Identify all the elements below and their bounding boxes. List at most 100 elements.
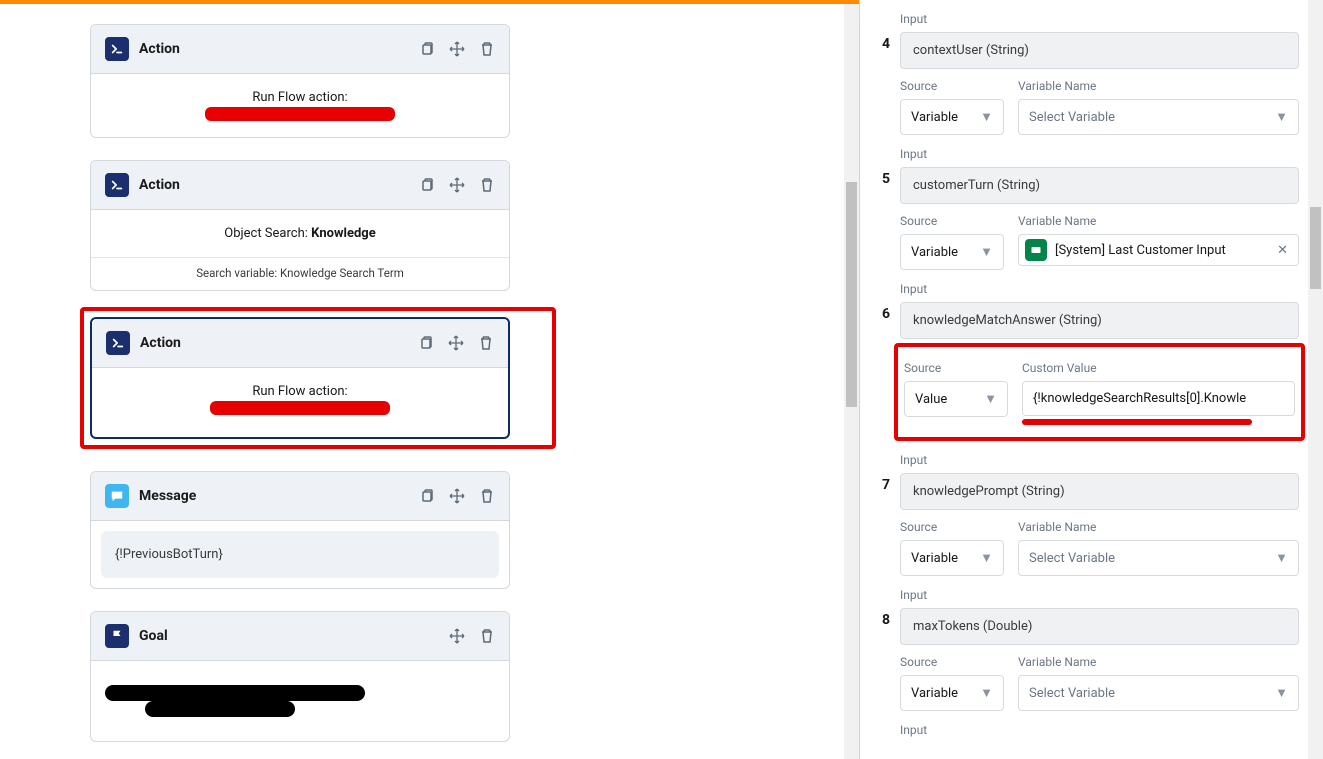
source-label: Source [900, 655, 1004, 669]
variable-select[interactable]: Select Variable ▼ [1018, 99, 1299, 135]
properties-pane: 4 Input contextUser (String) Source Vari… [859, 0, 1323, 759]
source-value: Variable [911, 245, 958, 260]
chevron-down-icon: ▼ [980, 550, 993, 566]
card-title: Goal [139, 628, 449, 644]
card-goal[interactable]: Goal [90, 611, 510, 742]
chevron-down-icon: ▼ [984, 391, 997, 407]
input-name-field: customerTurn (String) [900, 167, 1299, 204]
custom-value-input[interactable]: {!knowledgeSearchResults[0].Knowle [1022, 381, 1295, 416]
delete-icon[interactable] [479, 41, 495, 57]
card-body: Run Flow action: [92, 368, 508, 437]
input-label: Input [900, 453, 1299, 467]
input-row-6: 6 Input knowledgeMatchAnswer (String) So… [874, 274, 1299, 441]
variable-value: [System] Last Customer Input [1055, 243, 1265, 258]
source-select[interactable]: Variable ▼ [900, 234, 1004, 270]
body-prefix: Object Search: [224, 226, 311, 241]
variable-placeholder: Select Variable [1029, 551, 1115, 566]
move-icon[interactable] [449, 177, 465, 193]
chevron-down-icon: ▼ [1275, 109, 1288, 125]
form: 4 Input contextUser (String) Source Vari… [860, 4, 1323, 747]
card-action-1[interactable]: Action Run Flow action: [90, 24, 510, 138]
input-name-field: contextUser (String) [900, 32, 1299, 69]
variable-select[interactable]: [System] Last Customer Input ✕ [1018, 234, 1299, 266]
chevron-down-icon: ▼ [980, 109, 993, 125]
card-title: Action [139, 177, 419, 193]
chat-icon [105, 484, 129, 508]
source-select[interactable]: Variable ▼ [900, 99, 1004, 135]
redaction [105, 679, 495, 719]
left-scrollbar[interactable] [844, 4, 859, 759]
move-icon[interactable] [449, 41, 465, 57]
source-value: Variable [911, 551, 958, 566]
row-number: 4 [874, 4, 900, 52]
redaction [205, 107, 395, 121]
move-icon[interactable] [449, 628, 465, 644]
card-tools [449, 628, 495, 644]
chevron-down-icon: ▼ [980, 244, 993, 260]
card-header[interactable]: Action [91, 161, 509, 210]
card-message[interactable]: Message {!PreviousBotTurn} [90, 471, 510, 589]
card-tools [419, 177, 495, 193]
chevron-down-icon: ▼ [980, 685, 993, 701]
variable-name-label: Variable Name [1018, 520, 1299, 534]
scrollbar-thumb[interactable] [846, 182, 857, 407]
row-number: 6 [874, 274, 900, 322]
source-select[interactable]: Variable ▼ [900, 540, 1004, 576]
copy-icon[interactable] [419, 41, 435, 57]
variable-select[interactable]: Select Variable ▼ [1018, 540, 1299, 576]
source-label: Source [904, 361, 1008, 375]
flag-icon [105, 624, 129, 648]
source-select[interactable]: Variable ▼ [900, 675, 1004, 711]
move-icon[interactable] [449, 488, 465, 504]
source-label: Source [900, 79, 1004, 93]
highlight-box: Action Run Flow action: [80, 307, 556, 449]
right-scrollbar[interactable] [1308, 0, 1323, 759]
delete-icon[interactable] [478, 335, 494, 351]
delete-icon[interactable] [479, 177, 495, 193]
card-tools [419, 488, 495, 504]
input-label: Input [900, 588, 1299, 602]
card-sub: Search variable: Knowledge Search Term [91, 257, 509, 290]
clear-icon[interactable]: ✕ [1273, 243, 1292, 258]
row-number: 8 [874, 580, 900, 628]
copy-icon[interactable] [419, 177, 435, 193]
source-value: Value [915, 392, 947, 407]
input-row-5: 5 Input customerTurn (String) Source Var… [874, 139, 1299, 270]
move-icon[interactable] [448, 335, 464, 351]
card-body [91, 661, 509, 741]
source-select[interactable]: Value ▼ [904, 381, 1008, 417]
card-tools [418, 335, 494, 351]
card-title: Action [139, 41, 419, 57]
delete-icon[interactable] [479, 488, 495, 504]
variable-select[interactable]: Select Variable ▼ [1018, 675, 1299, 711]
input-label: Input [900, 12, 1299, 26]
row-number [874, 715, 900, 747]
redaction [1022, 419, 1252, 425]
card-header[interactable]: Action [91, 25, 509, 74]
input-label: Input [900, 723, 1299, 737]
copy-icon[interactable] [419, 488, 435, 504]
card-header[interactable]: Message [91, 472, 509, 521]
body-bold: Knowledge [311, 226, 376, 241]
card-header[interactable]: Goal [91, 612, 509, 661]
card-title: Action [140, 335, 418, 351]
highlight-box: Source Value ▼ Custom Value {!knowledgeS… [894, 343, 1305, 441]
card-body: Object Search: Knowledge [91, 210, 509, 257]
card-tools [419, 41, 495, 57]
input-label: Input [900, 282, 1299, 296]
card-action-3[interactable]: Action Run Flow action: [90, 317, 510, 439]
input-row-4: 4 Input contextUser (String) Source Vari… [874, 4, 1299, 135]
variable-name-label: Variable Name [1018, 214, 1299, 228]
variable-name-label: Variable Name [1018, 655, 1299, 669]
row-number: 7 [874, 445, 900, 493]
system-variable-icon [1025, 239, 1047, 261]
card-action-2[interactable]: Action Object Search: Knowledge Search v… [90, 160, 510, 291]
canvas-pane: Action Run Flow action: Action [0, 4, 859, 759]
scrollbar-thumb[interactable] [1310, 207, 1321, 289]
input-name-field: knowledgePrompt (String) [900, 473, 1299, 510]
card-header[interactable]: Action [92, 319, 508, 368]
copy-icon[interactable] [418, 335, 434, 351]
card-body-text: Run Flow action: [106, 384, 494, 399]
delete-icon[interactable] [479, 628, 495, 644]
variable-placeholder: Select Variable [1029, 686, 1115, 701]
